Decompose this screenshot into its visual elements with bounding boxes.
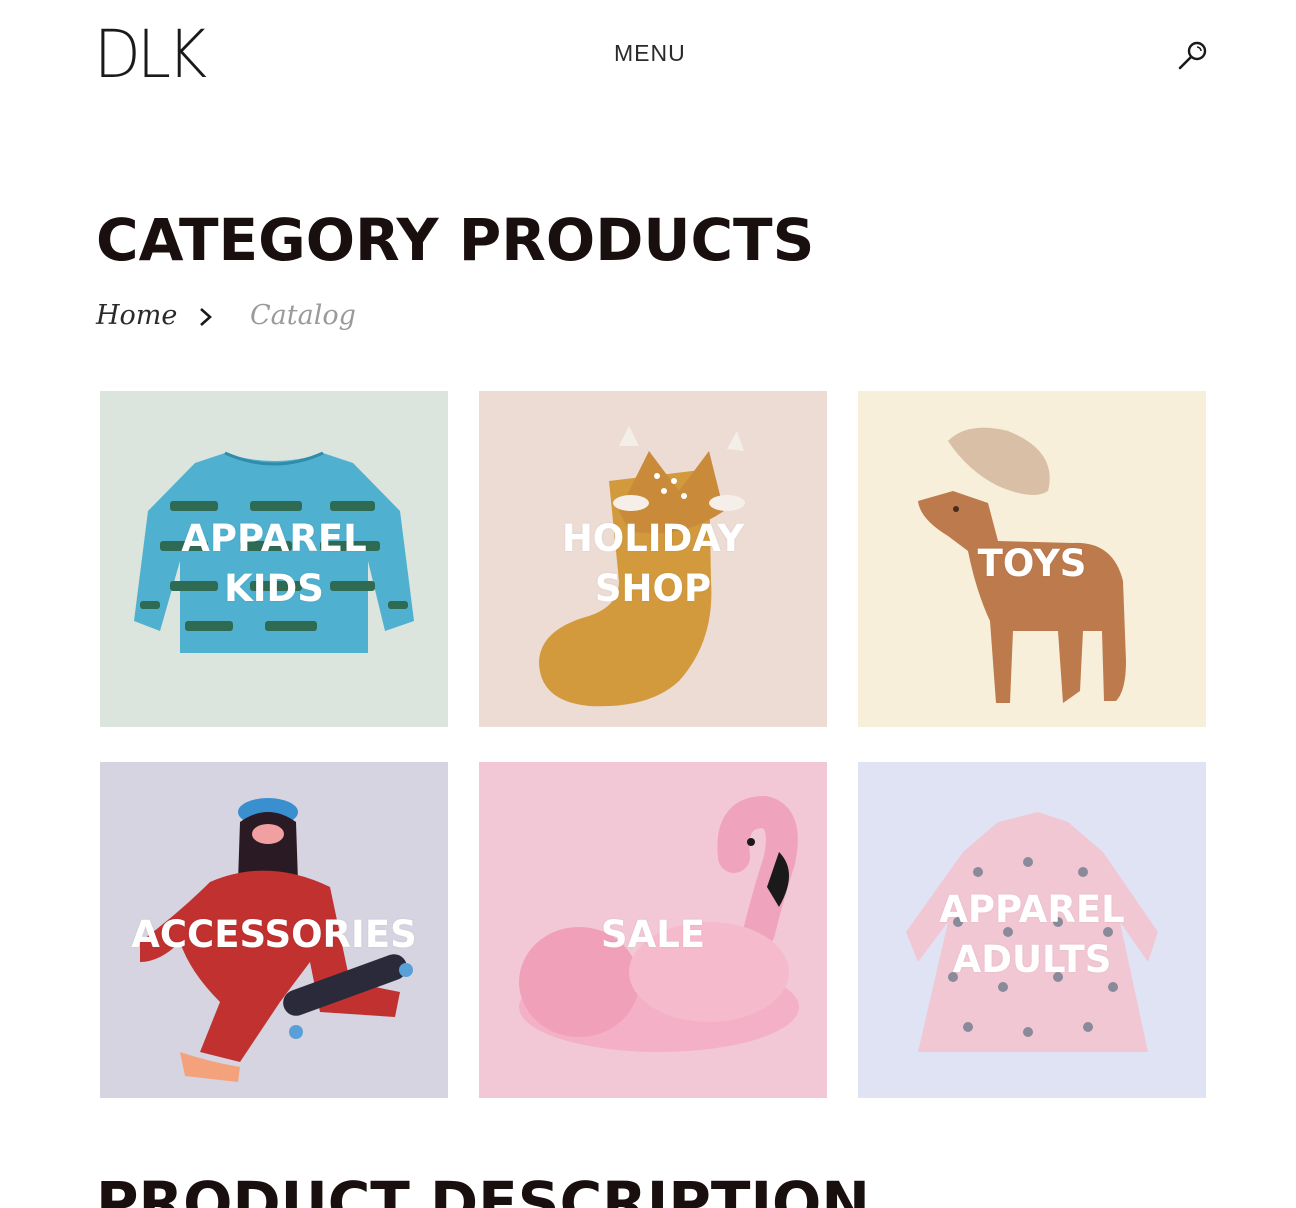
category-label: TOYS — [977, 542, 1087, 585]
category-tile-holiday-shop[interactable]: HOLIDAY SHOP — [479, 391, 827, 727]
category-tile-accessories[interactable]: ACCESSORIES — [100, 762, 448, 1098]
breadcrumb-current: Catalog — [250, 300, 356, 331]
site-logo[interactable]: DLK — [94, 22, 207, 88]
section-title: PRODUCT DESCRIPTION — [96, 1169, 870, 1208]
breadcrumb-home-link[interactable]: Home — [96, 300, 177, 331]
category-label: HOLIDAY — [561, 517, 745, 560]
category-label: SALE — [600, 913, 706, 956]
search-icon[interactable] — [1176, 38, 1210, 72]
page-title: CATEGORY PRODUCTS — [96, 206, 815, 274]
chevron-right-icon — [200, 308, 212, 326]
category-label: ACCESSORIES — [131, 913, 417, 956]
category-label: APPAREL — [181, 517, 367, 560]
category-label-line2: SHOP — [594, 567, 712, 610]
category-tile-apparel-adults[interactable]: APPAREL ADULTS — [858, 762, 1206, 1098]
site-header: DLK MENU — [0, 0, 1296, 110]
category-tile-toys[interactable]: TOYS — [858, 391, 1206, 727]
category-tile-sale[interactable]: SALE — [479, 762, 827, 1098]
category-label-line2: KIDS — [224, 567, 324, 610]
category-label-line2: ADULTS — [952, 938, 1112, 981]
category-label: APPAREL — [939, 888, 1125, 931]
category-tile-apparel-kids[interactable]: APPAREL KIDS — [100, 391, 448, 727]
menu-button[interactable]: MENU — [614, 40, 686, 67]
